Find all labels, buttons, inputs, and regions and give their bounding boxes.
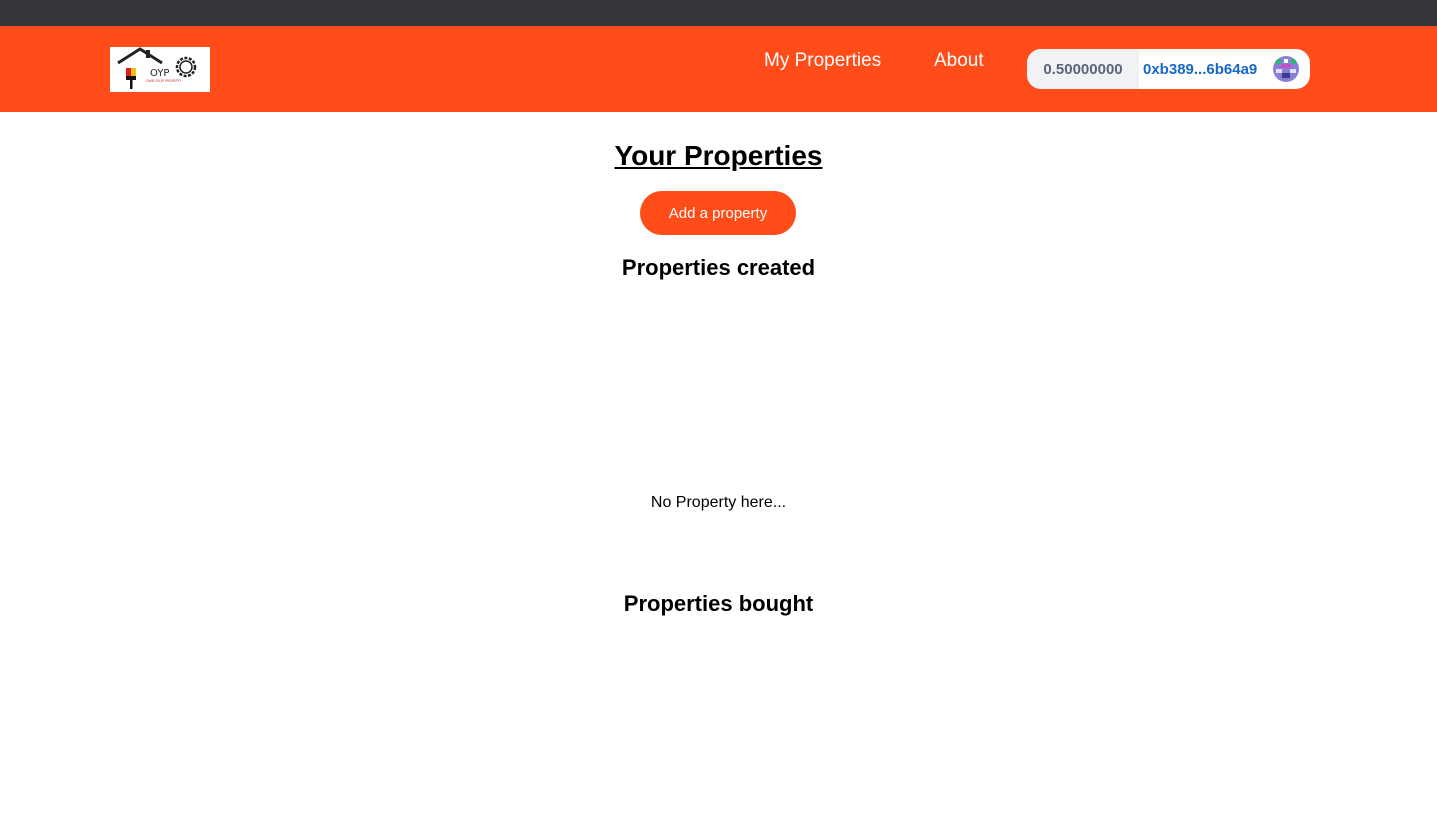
logo-graphic: OYP OWN YOUR PROPERTY (117, 47, 197, 89)
properties-created-heading: Properties created (621, 255, 816, 280)
identicon-avatar-icon (1273, 56, 1299, 82)
logo[interactable]: OYP OWN YOUR PROPERTY (110, 47, 210, 92)
wallet-button[interactable]: 0.50000000 0xb389...6b64a9 (1027, 49, 1310, 89)
add-property-button[interactable]: Add a property (640, 191, 796, 235)
navbar: OYP OWN YOUR PROPERTY My Properties Abou… (0, 26, 1437, 112)
browser-top-bar (0, 0, 1437, 26)
nav-my-properties[interactable]: My Properties (764, 50, 881, 72)
wallet-balance: 0.50000000 (1027, 49, 1139, 89)
logo-tagline: OWN YOUR PROPERTY (146, 79, 181, 83)
logo-text: OYP (150, 68, 169, 79)
nav-about[interactable]: About (934, 50, 984, 72)
properties-bought-heading: Properties bought (623, 591, 814, 616)
page-title: Your Properties (614, 140, 823, 171)
empty-properties-message: No Property here... (650, 494, 787, 511)
wallet-address: 0xb389...6b64a9 (1143, 60, 1258, 78)
